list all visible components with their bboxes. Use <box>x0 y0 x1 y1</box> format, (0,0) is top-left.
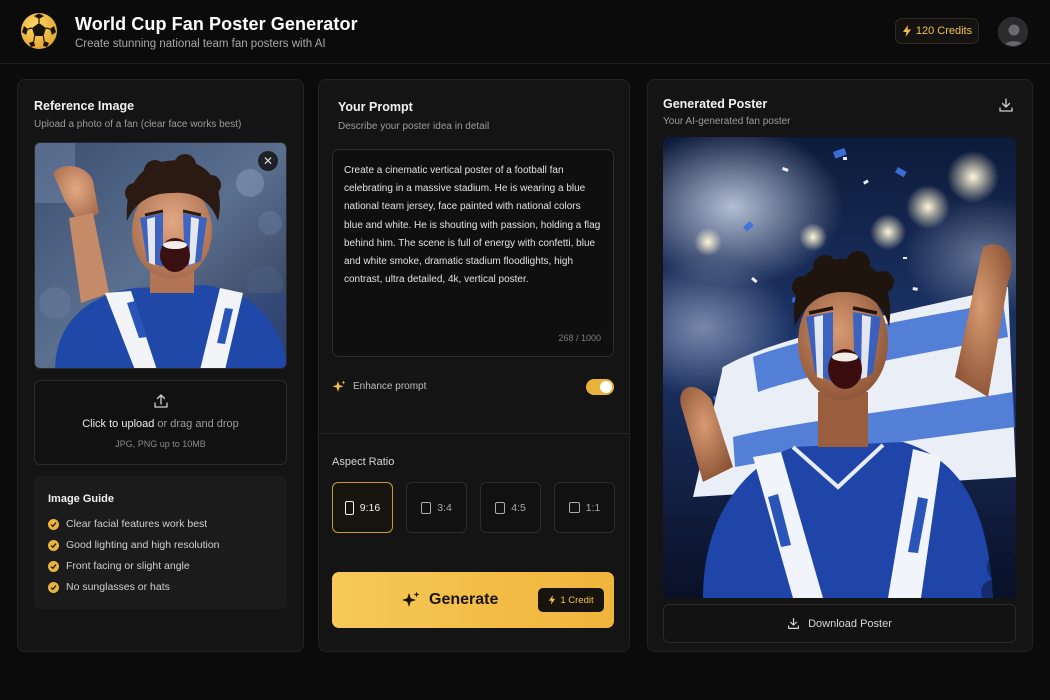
generate-button[interactable]: Generate 1 Credit <box>332 572 614 628</box>
check-icon <box>48 518 59 530</box>
prompt-subtitle: Describe your poster idea in detail <box>338 121 490 132</box>
poster-image <box>663 137 1016 598</box>
generated-poster <box>663 137 1016 598</box>
reference-title: Reference Image <box>34 99 135 113</box>
guide-item-label: Clear facial features work best <box>66 518 208 530</box>
enhance-prompt-label: Enhance prompt <box>353 381 427 392</box>
guide-item: Good lighting and high resolution <box>48 539 220 551</box>
download-poster-label: Download Poster <box>808 617 892 630</box>
aspect-ratio-label: Aspect Ratio <box>332 456 395 468</box>
guide-item: No sunglasses or hats <box>48 581 170 593</box>
upload-hint: JPG, PNG up to 10MB <box>115 439 206 449</box>
result-title: Generated Poster <box>663 97 768 111</box>
guide-item-label: Front facing or slight angle <box>66 560 190 572</box>
result-subtitle: Your AI-generated fan poster <box>663 116 791 127</box>
upload-label: Click to upload or drag and drop <box>35 418 286 430</box>
generate-cost-label: 1 Credit <box>560 594 594 606</box>
enhance-prompt-toggle[interactable] <box>586 379 614 395</box>
lightning-icon <box>549 595 556 605</box>
divider <box>319 433 629 434</box>
aspect-ratio-1-1[interactable]: 1:1 <box>554 482 615 533</box>
avatar[interactable] <box>998 17 1028 47</box>
check-icon <box>48 560 59 572</box>
sparkle-icon <box>332 380 346 392</box>
close-icon: ✕ <box>262 154 274 168</box>
ratio-label: 3:4 <box>437 501 452 514</box>
aspect-ratio-3-4[interactable]: 3:4 <box>406 482 467 533</box>
char-count: 268 / 1000 <box>558 333 601 343</box>
generate-label: Generate <box>429 591 499 608</box>
download-icon <box>788 618 800 629</box>
reference-subtitle: Upload a photo of a fan (clear face work… <box>34 119 242 130</box>
sparkle-icon <box>402 591 420 607</box>
prompt-text[interactable]: Create a cinematic vertical poster of a … <box>344 162 602 289</box>
prompt-panel: Your Prompt Describe your poster idea in… <box>318 79 630 652</box>
ratio-label: 9:16 <box>359 501 381 514</box>
reference-panel: Reference Image Upload a photo of a fan … <box>17 79 304 652</box>
app-subtitle: Create stunning national team fan poster… <box>75 38 326 50</box>
app-title: World Cup Fan Poster Generator <box>75 14 358 34</box>
aspect-ratio-4-5[interactable]: 4:5 <box>480 482 541 533</box>
upload-label-rest: or drag and drop <box>154 418 239 430</box>
guide-item: Clear facial features work best <box>48 518 207 530</box>
image-guide-title: Image Guide <box>48 493 115 505</box>
ratio-3-4-icon <box>421 501 432 514</box>
result-panel: Generated Poster Your AI-generated fan p… <box>647 79 1033 652</box>
upload-dropzone[interactable]: Click to upload or drag and drop JPG, PN… <box>34 380 287 465</box>
user-avatar-icon <box>999 18 1027 46</box>
credits-badge[interactable]: 120 Credits <box>895 18 979 44</box>
ratio-label: 4:5 <box>511 501 526 514</box>
square-ratio-icon <box>568 502 580 513</box>
app-header: World Cup Fan Poster Generator Create st… <box>0 0 1050 64</box>
download-poster-button[interactable]: Download Poster <box>663 604 1016 643</box>
ratio-label: 1:1 <box>585 501 601 514</box>
generate-cost-badge: 1 Credit <box>538 588 604 612</box>
guide-item: Front facing or slight angle <box>48 560 190 572</box>
soccer-ball-icon <box>21 13 57 49</box>
guide-item-label: Good lighting and high resolution <box>66 539 220 551</box>
fan-photo <box>35 143 286 368</box>
guide-item-label: No sunglasses or hats <box>66 581 170 593</box>
download-icon[interactable] <box>998 97 1014 113</box>
ratio-4-5-icon <box>495 501 506 514</box>
check-icon <box>48 539 59 551</box>
credits-label: 120 Credits <box>915 25 973 37</box>
remove-image-button[interactable]: ✕ <box>258 151 278 171</box>
portrait-ratio-icon <box>344 500 354 515</box>
prompt-title: Your Prompt <box>338 100 413 114</box>
toggle-knob <box>600 381 612 393</box>
lightning-icon <box>902 25 911 37</box>
image-guide: Image Guide Clear facial features work b… <box>34 476 287 609</box>
upload-icon <box>154 394 168 408</box>
reference-image: ✕ <box>34 142 287 369</box>
check-icon <box>48 581 59 593</box>
upload-label-strong: Click to upload <box>82 418 155 430</box>
enhance-prompt-row: Enhance prompt <box>332 379 614 399</box>
aspect-ratio-9-16[interactable]: 9:16 <box>332 482 393 533</box>
prompt-textarea[interactable]: Create a cinematic vertical poster of a … <box>332 149 614 357</box>
